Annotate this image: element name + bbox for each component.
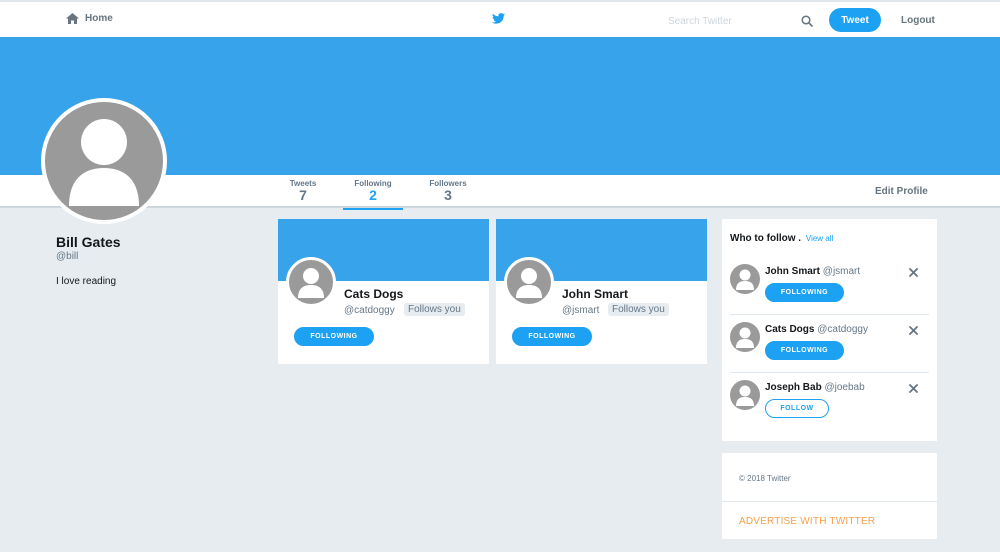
- suggestion-name: Cats Dogs: [765, 324, 815, 335]
- twitter-bird-icon[interactable]: [492, 13, 505, 24]
- suggestion-avatar[interactable]: [730, 380, 760, 410]
- search-icon[interactable]: [801, 15, 813, 27]
- home-icon: [66, 13, 79, 24]
- suggestion-handle: @jsmart: [822, 266, 861, 277]
- profile-bio: I love reading: [56, 276, 117, 287]
- stat-followers[interactable]: Followers 3: [429, 179, 467, 202]
- copyright-text: © 2018 Twitter: [739, 474, 791, 483]
- profile-handle: @bill: [56, 251, 79, 262]
- default-avatar-icon: [298, 268, 324, 298]
- card-name[interactable]: Cats Dogs: [344, 287, 403, 301]
- stat-following[interactable]: Following 2: [343, 179, 403, 210]
- following-button[interactable]: FOLLOWING: [765, 283, 844, 302]
- home-label: Home: [85, 13, 113, 24]
- suggestion-item: Cats Dogs @catdoggy FOLLOWING: [722, 314, 937, 372]
- search-input[interactable]: [668, 15, 783, 27]
- default-avatar-icon: [69, 119, 139, 206]
- follow-button[interactable]: FOLLOW: [765, 399, 829, 418]
- following-card[interactable]: Cats Dogs @catdoggy Follows you FOLLOWIN…: [278, 219, 489, 364]
- close-icon[interactable]: [909, 268, 918, 277]
- top-nav: Home Tweet Logout: [0, 0, 1000, 37]
- card-handle: @jsmart: [562, 305, 600, 316]
- close-icon[interactable]: [909, 384, 918, 393]
- search-box: [668, 11, 813, 31]
- stat-tweets[interactable]: Tweets 7: [288, 179, 318, 202]
- card-handle: @catdoggy: [344, 305, 395, 316]
- suggestion-name: John Smart: [765, 266, 821, 277]
- tweet-button[interactable]: Tweet: [829, 8, 881, 32]
- suggestion-name-line[interactable]: Joseph Bab @joebab: [765, 382, 865, 393]
- card-avatar[interactable]: [286, 257, 336, 307]
- suggestion-handle: @joebab: [824, 382, 865, 393]
- suggestion-name: Joseph Bab: [765, 382, 822, 393]
- stat-followers-value: 3: [444, 187, 452, 203]
- edit-profile-button[interactable]: Edit Profile: [875, 186, 928, 197]
- suggestion-name-line[interactable]: John Smart @jsmart: [765, 266, 860, 277]
- footer-panel: © 2018 Twitter ADVERTISE WITH TWITTER: [722, 453, 937, 539]
- suggestion-name-line[interactable]: Cats Dogs @catdoggy: [765, 324, 868, 335]
- close-icon[interactable]: [909, 326, 918, 335]
- card-avatar[interactable]: [504, 257, 554, 307]
- following-card[interactable]: John Smart @jsmart Follows you FOLLOWING: [496, 219, 707, 364]
- home-link[interactable]: Home: [66, 13, 113, 24]
- who-to-follow-title: Who to follow . View all: [730, 233, 833, 244]
- logout-link[interactable]: Logout: [901, 15, 935, 26]
- following-button[interactable]: FOLLOWING: [294, 327, 374, 346]
- following-button[interactable]: FOLLOWING: [765, 341, 844, 360]
- who-to-follow-heading: Who to follow .: [730, 233, 802, 244]
- suggestion-avatar[interactable]: [730, 322, 760, 352]
- view-all-link[interactable]: View all: [806, 234, 833, 243]
- profile-avatar[interactable]: [41, 98, 167, 224]
- default-avatar-icon: [736, 327, 754, 348]
- default-avatar-icon: [736, 269, 754, 290]
- stat-tweets-value: 7: [299, 187, 307, 203]
- suggestion-item: John Smart @jsmart FOLLOWING: [722, 256, 937, 314]
- advertise-link[interactable]: ADVERTISE WITH TWITTER: [739, 516, 875, 527]
- who-to-follow-panel: Who to follow . View all John Smart @jsm…: [722, 219, 937, 441]
- suggestion-avatar[interactable]: [730, 264, 760, 294]
- default-avatar-icon: [736, 385, 754, 406]
- stat-following-value: 2: [369, 187, 377, 203]
- divider: [722, 501, 937, 502]
- profile-name: Bill Gates: [56, 234, 121, 250]
- follows-you-badge: Follows you: [608, 303, 669, 316]
- card-name[interactable]: John Smart: [562, 287, 628, 301]
- following-button[interactable]: FOLLOWING: [512, 327, 592, 346]
- default-avatar-icon: [516, 268, 542, 298]
- suggestion-handle: @catdoggy: [817, 324, 868, 335]
- suggestion-item: Joseph Bab @joebab FOLLOW: [722, 372, 937, 430]
- follows-you-badge: Follows you: [404, 303, 465, 316]
